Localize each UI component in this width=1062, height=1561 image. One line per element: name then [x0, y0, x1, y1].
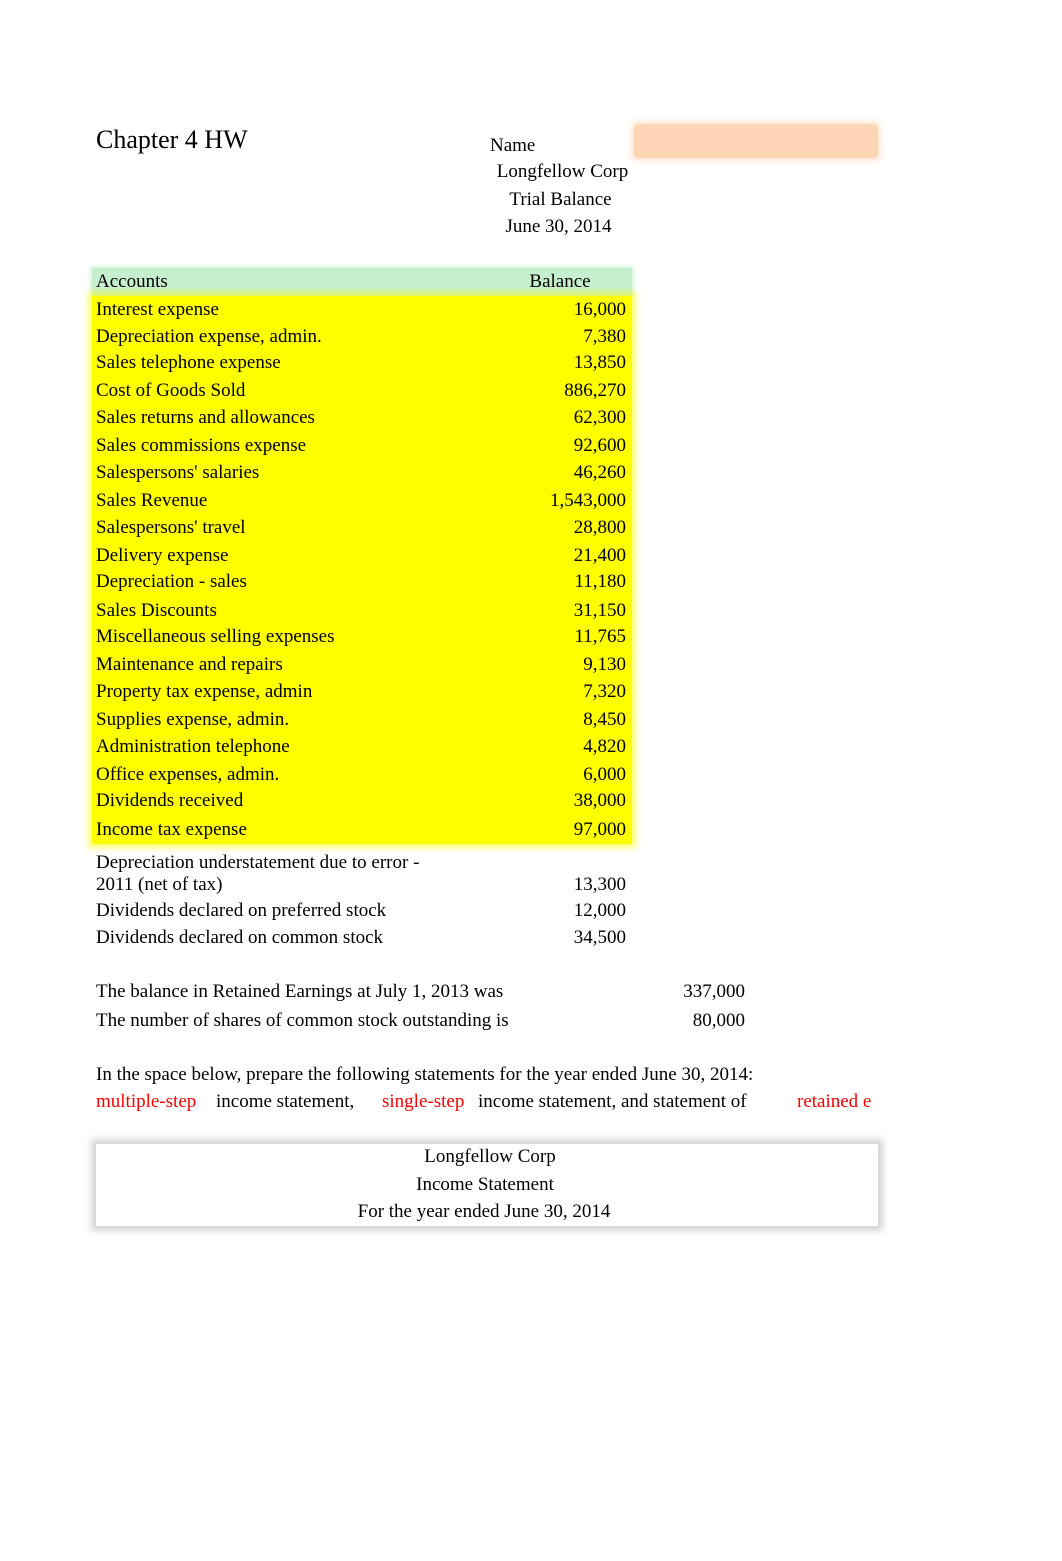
- shares-outstanding-label: The number of shares of common stock out…: [96, 1010, 509, 1031]
- account-balance: 38,000: [573, 790, 626, 811]
- is-company-name: Longfellow Corp: [424, 1146, 556, 1167]
- account-name: Salespersons' travel: [96, 517, 246, 538]
- account-balance: 21,400: [573, 545, 626, 566]
- account-balance: 13,850: [573, 352, 626, 373]
- retained-earnings-label: The balance in Retained Earnings at July…: [96, 981, 504, 1002]
- account-name: Property tax expense, admin: [96, 681, 313, 702]
- statement-title: Trial Balance: [509, 189, 612, 210]
- account-balance: 11,765: [574, 626, 626, 647]
- column-header-accounts: Accounts: [96, 271, 168, 292]
- account-name: Supplies expense, admin.: [96, 709, 290, 730]
- other-item-value: 34,500: [573, 927, 626, 948]
- instructions-text: income statement, and statement of: [478, 1091, 747, 1112]
- account-balance: 886,270: [564, 380, 626, 401]
- account-balance: 4,820: [583, 736, 626, 757]
- account-name: Interest expense: [96, 299, 219, 320]
- account-name: Office expenses, admin.: [96, 764, 280, 785]
- account-name: Dividends received: [96, 790, 244, 811]
- instructions-single-step: single-step: [382, 1091, 465, 1112]
- account-balance: 7,380: [583, 326, 626, 347]
- name-label: Name: [490, 135, 536, 156]
- account-balance: 62,300: [573, 407, 626, 428]
- page-title: Chapter 4 HW: [96, 125, 248, 154]
- account-balance: 92,600: [573, 435, 626, 456]
- account-name: Sales commissions expense: [96, 435, 307, 456]
- account-balance: 8,450: [583, 709, 626, 730]
- account-name: Income tax expense: [96, 819, 247, 840]
- account-name: Sales Discounts: [96, 600, 217, 621]
- account-balance: 1,543,000: [550, 490, 626, 511]
- account-name: Depreciation expense, admin.: [96, 326, 322, 347]
- other-item-value: 13,300: [573, 874, 626, 895]
- instructions-multiple-step: multiple-step: [96, 1091, 197, 1112]
- account-name: Sales Revenue: [96, 490, 208, 511]
- other-item-label-line2: 2011 (net of tax): [96, 874, 223, 895]
- account-balance: 97,000: [573, 819, 626, 840]
- trial-balance-body-fill: [92, 296, 632, 844]
- other-item-label-line1: Depreciation understatement due to error…: [96, 852, 420, 873]
- account-name: Sales telephone expense: [96, 352, 281, 373]
- other-item-value: 12,000: [573, 900, 626, 921]
- name-input[interactable]: [634, 124, 878, 158]
- account-name: Delivery expense: [96, 545, 229, 566]
- instructions-retained-earnings: retained e: [797, 1091, 872, 1112]
- account-name: Sales returns and allowances: [96, 407, 315, 428]
- retained-earnings-value: 337,000: [683, 981, 745, 1002]
- is-period: For the year ended June 30, 2014: [357, 1201, 611, 1222]
- account-balance: 11,180: [574, 571, 626, 592]
- account-balance: 6,000: [583, 764, 626, 785]
- account-name: Administration telephone: [96, 736, 290, 757]
- account-name: Salespersons' salaries: [96, 462, 260, 483]
- column-header-balance: Balance: [529, 271, 591, 292]
- account-name: Depreciation - sales: [96, 571, 247, 592]
- statement-date: June 30, 2014: [505, 216, 612, 237]
- other-item-label: Dividends declared on preferred stock: [96, 900, 387, 921]
- instructions-text: income statement,: [216, 1091, 355, 1112]
- account-balance: 7,320: [583, 681, 626, 702]
- account-name: Maintenance and repairs: [96, 654, 283, 675]
- other-item-label: Dividends declared on common stock: [96, 927, 384, 948]
- account-balance: 31,150: [573, 600, 626, 621]
- shares-outstanding-value: 80,000: [692, 1010, 745, 1031]
- account-balance: 46,260: [573, 462, 626, 483]
- account-name: Miscellaneous selling expenses: [96, 626, 335, 647]
- instructions-line1: In the space below, prepare the followin…: [96, 1064, 754, 1085]
- is-statement-title: Income Statement: [416, 1174, 554, 1195]
- company-name: Longfellow Corp: [496, 161, 629, 182]
- account-balance: 16,000: [573, 299, 626, 320]
- account-name: Cost of Goods Sold: [96, 380, 246, 401]
- account-balance: 9,130: [583, 654, 626, 675]
- account-balance: 28,800: [573, 517, 626, 538]
